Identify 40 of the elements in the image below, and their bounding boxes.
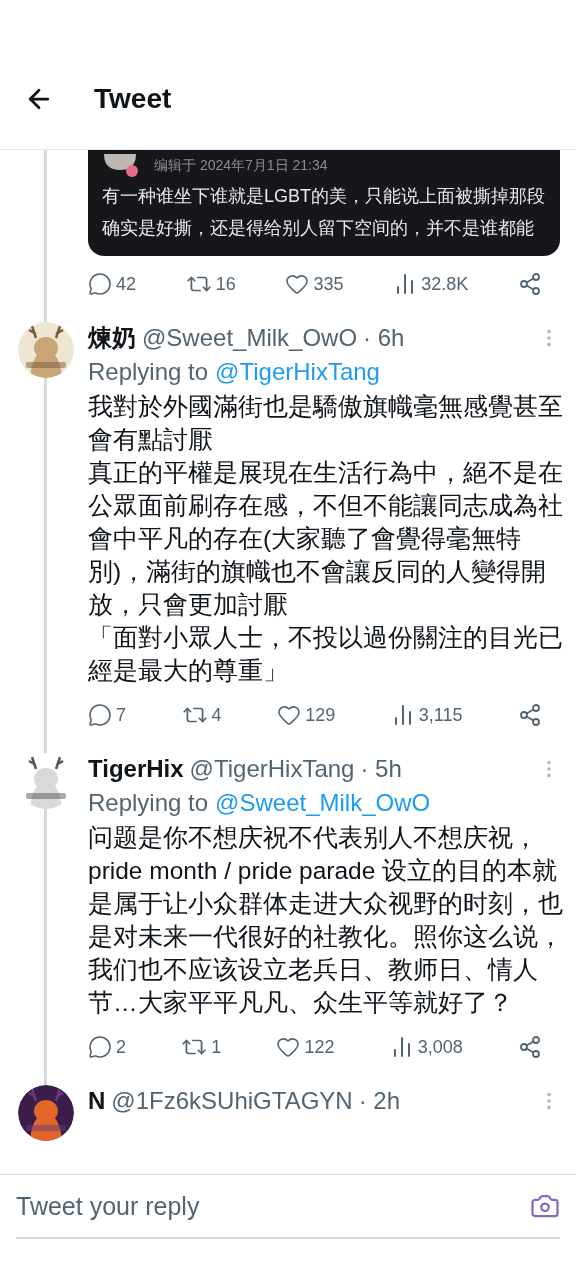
post-time: · 6h	[363, 324, 405, 352]
page-title: Tweet	[94, 82, 172, 115]
reply-icon[interactable]	[88, 272, 112, 296]
retweet-count: 16	[215, 273, 236, 295]
replying-label: Replying to	[88, 789, 209, 817]
share-icon[interactable]	[518, 1035, 542, 1059]
views-count: 3,008	[417, 1036, 463, 1058]
tweet-text: 问题是你不想庆祝不代表别人不想庆祝，pride month / pride parade 设立的目的本就是属于让小众群体走进大众视野的时刻，也是对未来一代很好的社教化。照你这么说，我们也不应该设立老兵日、教师日、情人节…大家平平凡凡、众生平等就好了？	[88, 823, 564, 1018]
display-name[interactable]: TigerHix	[88, 755, 184, 783]
screenshot-text-line: 有一种谁坐下谁就是LGBT的美，只能说上面被撕掉那段	[102, 185, 545, 208]
display-name[interactable]: 煉奶	[88, 322, 136, 354]
like-icon[interactable]	[276, 1035, 301, 1059]
post-time: · 2h	[358, 1087, 400, 1115]
tweet-text: 真正的平權是展現在生活行為中，絕不是在公眾面前刷存在感，不但不能讓同志成為社會中平凡的存在(大家聽了會覺得毫無特別)，滿街的旗幟也不會讓反同的人變得開放，只會更加討厭	[88, 458, 564, 620]
views-count: 3,115	[418, 704, 463, 726]
share-icon[interactable]	[518, 703, 542, 727]
tweet-text: 「面對小眾人士，不投以過份關注的目光已經是最大的尊重」	[88, 623, 564, 686]
reply-icon[interactable]	[88, 703, 112, 727]
display-name[interactable]: N	[88, 1087, 106, 1115]
like-icon[interactable]	[277, 703, 302, 727]
like-icon[interactable]	[285, 272, 310, 296]
edited-date: 编辑于 2024年7月1日 21:34	[154, 157, 328, 175]
reply-count: 7	[116, 704, 126, 726]
reply-icon[interactable]	[88, 1035, 112, 1059]
user-handle: @1Fz6kSUhiGTAGYN	[111, 1087, 353, 1115]
reply-count: 42	[116, 273, 137, 295]
screenshot-text-line: 确实是好撕，还是得给别人留下空间的，并不是谁都能	[102, 217, 534, 240]
retweet-count: 1	[211, 1036, 222, 1058]
user-handle: @Sweet_Milk_OwO	[142, 324, 358, 352]
share-icon[interactable]	[517, 272, 542, 296]
replying-label: Replying to	[88, 358, 209, 386]
post-time: · 5h	[360, 755, 402, 783]
like-count: 335	[313, 273, 344, 295]
retweet-count: 4	[211, 704, 222, 726]
like-count: 129	[305, 704, 336, 726]
views-count: 32.8K	[421, 273, 469, 295]
reply-count: 2	[116, 1036, 126, 1058]
user-handle: @TigerHixTang	[189, 755, 355, 783]
tweet-text: 我對於外國滿街也是驕傲旗幟毫無感覺甚至會有點討厭	[88, 392, 564, 455]
like-count: 122	[304, 1036, 335, 1058]
